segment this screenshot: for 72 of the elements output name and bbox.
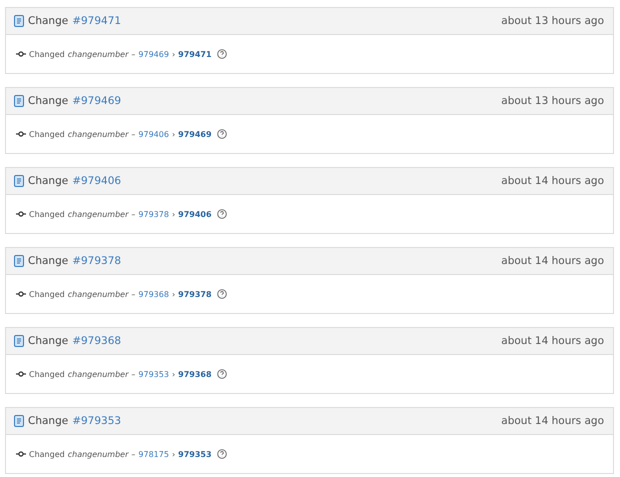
commit-icon <box>16 451 26 457</box>
timestamp: about 13 hours ago <box>501 15 604 27</box>
commit-icon <box>16 371 26 377</box>
document-icon <box>14 255 24 267</box>
timestamp: about 14 hours ago <box>501 175 604 187</box>
new-value-link[interactable]: 979406 <box>178 210 212 218</box>
commit-icon <box>16 131 26 137</box>
change-title: Change <box>28 95 68 107</box>
change-link[interactable]: #979353 <box>72 415 122 427</box>
document-icon <box>14 335 24 347</box>
old-value-link[interactable]: 979378 <box>138 210 169 218</box>
change-link[interactable]: #979469 <box>72 95 122 107</box>
arrow-text: › <box>172 370 176 378</box>
field-name: changenumber <box>68 450 128 458</box>
arrow-text: › <box>172 450 176 458</box>
new-value-link[interactable]: 979353 <box>178 450 212 458</box>
change-link[interactable]: #979406 <box>72 175 122 187</box>
document-icon <box>14 175 24 187</box>
field-name: changenumber <box>68 130 128 138</box>
change-title: Change <box>28 255 68 267</box>
field-name: changenumber <box>68 210 128 218</box>
dash-text: – <box>131 210 136 218</box>
arrow-text: › <box>172 290 176 298</box>
help-icon[interactable] <box>216 289 227 299</box>
field-name: changenumber <box>68 50 128 58</box>
arrow-text: › <box>172 210 176 218</box>
commit-icon <box>16 211 26 217</box>
timestamp: about 14 hours ago <box>501 255 604 267</box>
dash-text: – <box>131 290 136 298</box>
action-text: Changed <box>29 290 65 298</box>
action-text: Changed <box>29 50 65 58</box>
new-value-link[interactable]: 979471 <box>178 50 212 58</box>
help-icon[interactable] <box>216 369 227 379</box>
help-icon[interactable] <box>216 449 227 459</box>
help-icon[interactable] <box>216 209 227 219</box>
dash-text: – <box>131 130 136 138</box>
change-title: Change <box>28 175 68 187</box>
change-link[interactable]: #979368 <box>72 335 122 347</box>
arrow-text: › <box>172 50 176 58</box>
change-title: Change <box>28 335 68 347</box>
help-icon[interactable] <box>216 49 227 59</box>
action-text: Changed <box>29 210 65 218</box>
old-value-link[interactable]: 979469 <box>138 50 169 58</box>
dash-text: – <box>131 450 136 458</box>
help-icon[interactable] <box>216 129 227 139</box>
commit-icon <box>16 51 26 57</box>
timestamp: about 14 hours ago <box>501 415 604 427</box>
timestamp: about 13 hours ago <box>501 95 604 107</box>
action-text: Changed <box>29 370 65 378</box>
old-value-link[interactable]: 978175 <box>138 450 169 458</box>
dash-text: – <box>131 370 136 378</box>
change-link[interactable]: #979471 <box>72 15 122 27</box>
old-value-link[interactable]: 979353 <box>138 370 169 378</box>
document-icon <box>14 15 24 27</box>
new-value-link[interactable]: 979469 <box>178 130 212 138</box>
old-value-link[interactable]: 979368 <box>138 290 169 298</box>
document-icon <box>14 415 24 427</box>
change-link[interactable]: #979378 <box>72 255 122 267</box>
new-value-link[interactable]: 979368 <box>178 370 212 378</box>
action-text: Changed <box>29 450 65 458</box>
field-name: changenumber <box>68 290 128 298</box>
dash-text: – <box>131 50 136 58</box>
old-value-link[interactable]: 979406 <box>138 130 169 138</box>
field-name: changenumber <box>68 370 128 378</box>
arrow-text: › <box>172 130 176 138</box>
action-text: Changed <box>29 130 65 138</box>
document-icon <box>14 95 24 107</box>
new-value-link[interactable]: 979378 <box>178 290 212 298</box>
commit-icon <box>16 291 26 297</box>
timestamp: about 14 hours ago <box>501 335 604 347</box>
change-title: Change <box>28 415 68 427</box>
change-title: Change <box>28 15 68 27</box>
